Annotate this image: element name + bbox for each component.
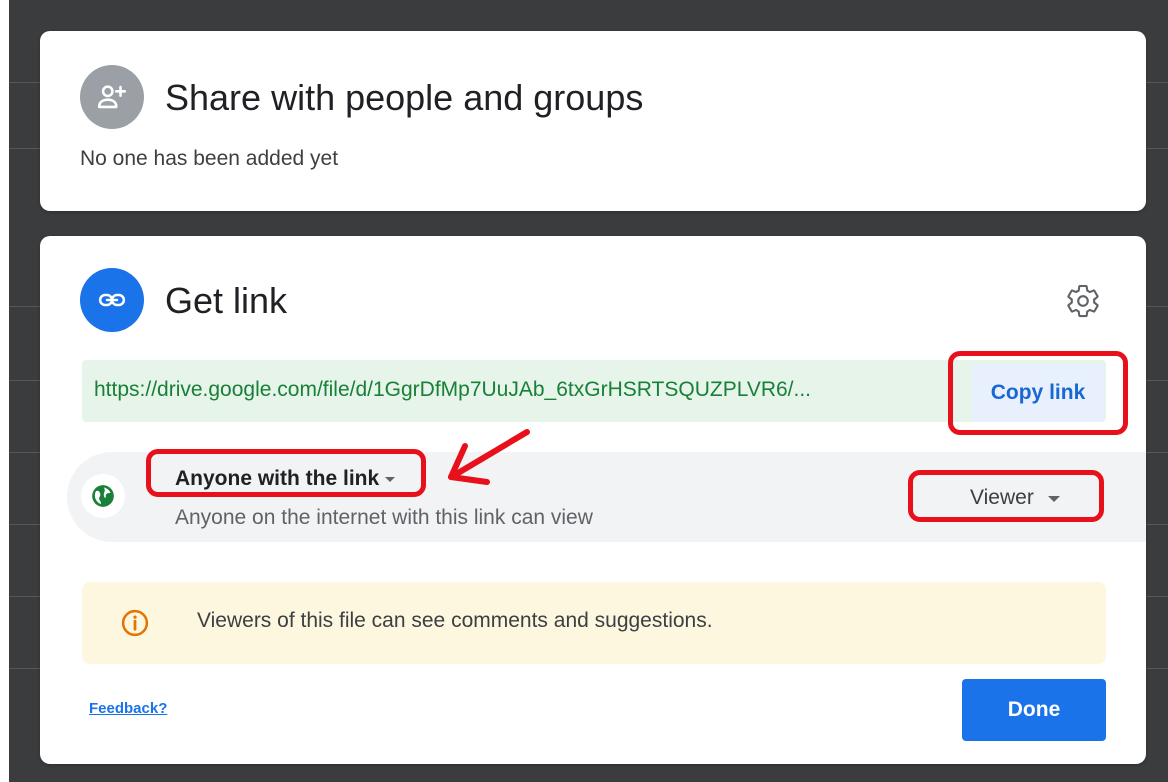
share-people-card: Share with people and groups No one has … <box>40 31 1146 211</box>
globe-icon <box>81 474 125 518</box>
get-link-card: Get link https://drive.google.com/file/d… <box>40 236 1146 764</box>
info-text: Viewers of this file can see comments an… <box>197 609 713 632</box>
chevron-down-icon <box>1047 496 1060 502</box>
link-url-text: https://drive.google.com/file/d/1GgrDfMp… <box>94 378 812 401</box>
done-button[interactable]: Done <box>962 679 1106 741</box>
background-strip <box>0 0 9 782</box>
gear-icon <box>1067 284 1099 318</box>
share-subtitle: No one has been added yet <box>80 147 339 170</box>
person-add-icon <box>80 65 144 129</box>
link-url-field[interactable]: https://drive.google.com/file/d/1GgrDfMp… <box>82 360 1106 422</box>
general-access-dropdown[interactable]: Anyone with the link <box>175 462 411 496</box>
role-dropdown[interactable]: Viewer <box>970 480 1070 516</box>
settings-button[interactable] <box>1063 281 1103 321</box>
general-access-row: Anyone with the link Anyone on the inter… <box>67 452 1146 542</box>
share-title: Share with people and groups <box>165 77 644 118</box>
general-access-selected: Anyone with the link <box>175 467 380 490</box>
role-selected: Viewer <box>970 486 1034 509</box>
info-banner: Viewers of this file can see comments an… <box>82 582 1106 664</box>
link-icon <box>80 268 144 332</box>
general-access-description: Anyone on the internet with this link ca… <box>175 506 593 529</box>
get-link-title: Get link <box>165 280 288 321</box>
info-icon <box>121 609 149 637</box>
copy-link-button[interactable]: Copy link <box>972 364 1104 422</box>
feedback-link[interactable]: Feedback? <box>89 700 167 717</box>
chevron-down-icon <box>385 477 396 482</box>
